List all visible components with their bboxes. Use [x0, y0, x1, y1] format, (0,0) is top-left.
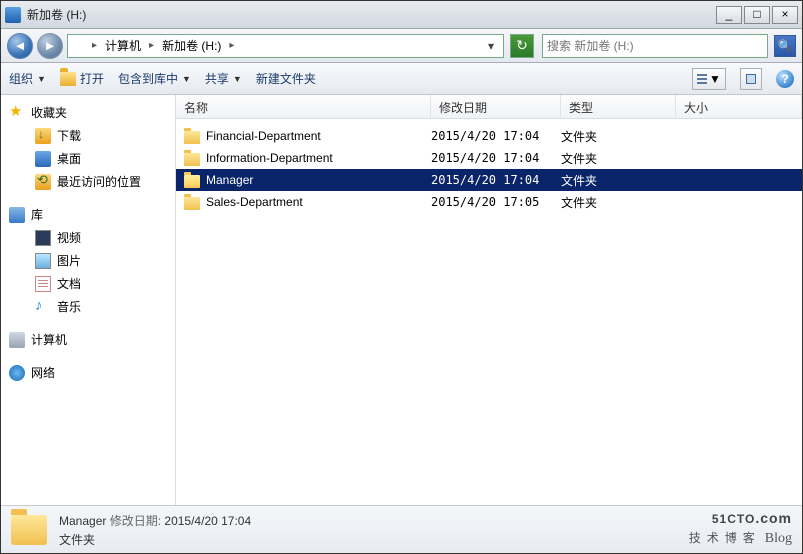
file-name: Manager [206, 173, 253, 187]
column-name[interactable]: 名称 [176, 95, 431, 118]
file-pane: 名称 修改日期 类型 大小 Financial-Department 2015/4… [176, 95, 802, 505]
column-date[interactable]: 修改日期 [431, 95, 561, 118]
music-icon: ♪ [35, 299, 51, 315]
search-button[interactable]: 🔍 [774, 35, 796, 57]
sidebar-computer[interactable]: 计算机 [1, 328, 175, 351]
file-date: 2015/4/20 17:04 [431, 151, 561, 165]
file-name: Financial-Department [206, 129, 321, 143]
file-name: Information-Department [206, 151, 333, 165]
breadcrumb-computer[interactable]: 计算机 [101, 35, 145, 56]
explorer-window: 新加卷 (H:) _ □ × ◄ ► ▸ 计算机 ▸ 新加卷 (H:) ▸ ▾ … [0, 0, 803, 554]
file-type: 文件夹 [561, 194, 676, 211]
refresh-button[interactable]: ↻ [510, 34, 534, 58]
back-button[interactable]: ◄ [7, 33, 33, 59]
forward-button[interactable]: ► [37, 33, 63, 59]
folder-icon [184, 197, 200, 210]
file-date: 2015/4/20 17:05 [431, 195, 561, 209]
network-icon [9, 365, 25, 381]
chevron-right-icon[interactable]: ▸ [149, 40, 154, 51]
folder-icon [184, 175, 200, 188]
sidebar-network[interactable]: 网络 [1, 361, 175, 384]
titlebar[interactable]: 新加卷 (H:) _ □ × [1, 1, 802, 29]
file-type: 文件夹 [561, 172, 676, 189]
downloads-icon [35, 128, 51, 144]
sidebar-item-pictures[interactable]: 图片 [1, 249, 175, 272]
breadcrumb-drive[interactable]: 新加卷 (H:) [158, 35, 225, 56]
toolbar: 组织▼ 打开 包含到库中▼ 共享▼ 新建文件夹 ▼ ? [1, 63, 802, 95]
file-type: 文件夹 [561, 128, 676, 145]
desktop-icon [35, 151, 51, 167]
status-line-1: Manager 修改日期: 2015/4/20 17:04 [59, 512, 251, 529]
address-bar[interactable]: ▸ 计算机 ▸ 新加卷 (H:) ▸ ▾ [67, 34, 504, 58]
close-button[interactable]: × [772, 6, 798, 24]
help-button[interactable]: ? [776, 70, 794, 88]
folder-icon [184, 153, 200, 166]
drive-icon [5, 7, 21, 23]
folder-icon [184, 131, 200, 144]
organize-button[interactable]: 组织▼ [9, 70, 46, 87]
status-bar: Manager 修改日期: 2015/4/20 17:04 文件夹 [1, 505, 802, 553]
library-icon [9, 207, 25, 223]
column-type[interactable]: 类型 [561, 95, 676, 118]
window-controls: _ □ × [716, 6, 798, 24]
sidebar: ★收藏夹 下载 桌面 最近访问的位置 库 视频 图片 文档 ♪音乐 计算机 网络 [1, 95, 176, 505]
video-icon [35, 230, 51, 246]
sidebar-item-recent[interactable]: 最近访问的位置 [1, 170, 175, 193]
sidebar-item-documents[interactable]: 文档 [1, 272, 175, 295]
minimize-button[interactable]: _ [716, 6, 742, 24]
new-folder-button[interactable]: 新建文件夹 [256, 70, 316, 87]
search-input[interactable] [547, 39, 763, 53]
sidebar-libraries[interactable]: 库 [1, 203, 175, 226]
nav-row: ◄ ► ▸ 计算机 ▸ 新加卷 (H:) ▸ ▾ ↻ 🔍 [1, 29, 802, 63]
table-row[interactable]: Financial-Department 2015/4/20 17:04文件夹 [176, 125, 802, 147]
share-button[interactable]: 共享▼ [205, 70, 242, 87]
sidebar-item-downloads[interactable]: 下载 [1, 124, 175, 147]
preview-pane-button[interactable] [740, 68, 762, 90]
documents-icon [35, 276, 51, 292]
sidebar-item-desktop[interactable]: 桌面 [1, 147, 175, 170]
folder-open-icon [60, 72, 76, 86]
open-button[interactable]: 打开 [60, 70, 104, 87]
address-dropdown[interactable]: ▾ [483, 39, 499, 53]
column-size[interactable]: 大小 [676, 95, 802, 118]
file-type: 文件夹 [561, 150, 676, 167]
recent-icon [35, 174, 51, 190]
table-row[interactable]: Sales-Department 2015/4/20 17:05文件夹 [176, 191, 802, 213]
status-line-2: 文件夹 [59, 531, 251, 548]
file-list[interactable]: Financial-Department2015/4/20 17:04文件夹In… [176, 119, 802, 505]
table-row[interactable]: Manager 2015/4/20 17:04文件夹 [176, 169, 802, 191]
computer-icon [9, 332, 25, 348]
content-area: ★收藏夹 下载 桌面 最近访问的位置 库 视频 图片 文档 ♪音乐 计算机 网络… [1, 95, 802, 505]
search-box[interactable] [542, 34, 768, 58]
sidebar-item-music[interactable]: ♪音乐 [1, 295, 175, 318]
view-mode-button[interactable]: ▼ [692, 68, 726, 90]
table-row[interactable]: Information-Department 2015/4/20 17:04文件夹 [176, 147, 802, 169]
maximize-button[interactable]: □ [744, 6, 770, 24]
chevron-right-icon[interactable]: ▸ [92, 40, 97, 51]
chevron-right-icon[interactable]: ▸ [229, 40, 234, 51]
file-date: 2015/4/20 17:04 [431, 173, 561, 187]
file-date: 2015/4/20 17:04 [431, 129, 561, 143]
window-title: 新加卷 (H:) [27, 6, 716, 23]
column-header: 名称 修改日期 类型 大小 [176, 95, 802, 119]
sidebar-favorites[interactable]: ★收藏夹 [1, 101, 175, 124]
drive-icon [72, 38, 88, 54]
pictures-icon [35, 253, 51, 269]
star-icon: ★ [9, 105, 25, 121]
file-name: Sales-Department [206, 195, 303, 209]
sidebar-item-videos[interactable]: 视频 [1, 226, 175, 249]
include-library-button[interactable]: 包含到库中▼ [118, 70, 191, 87]
folder-icon [11, 515, 47, 545]
